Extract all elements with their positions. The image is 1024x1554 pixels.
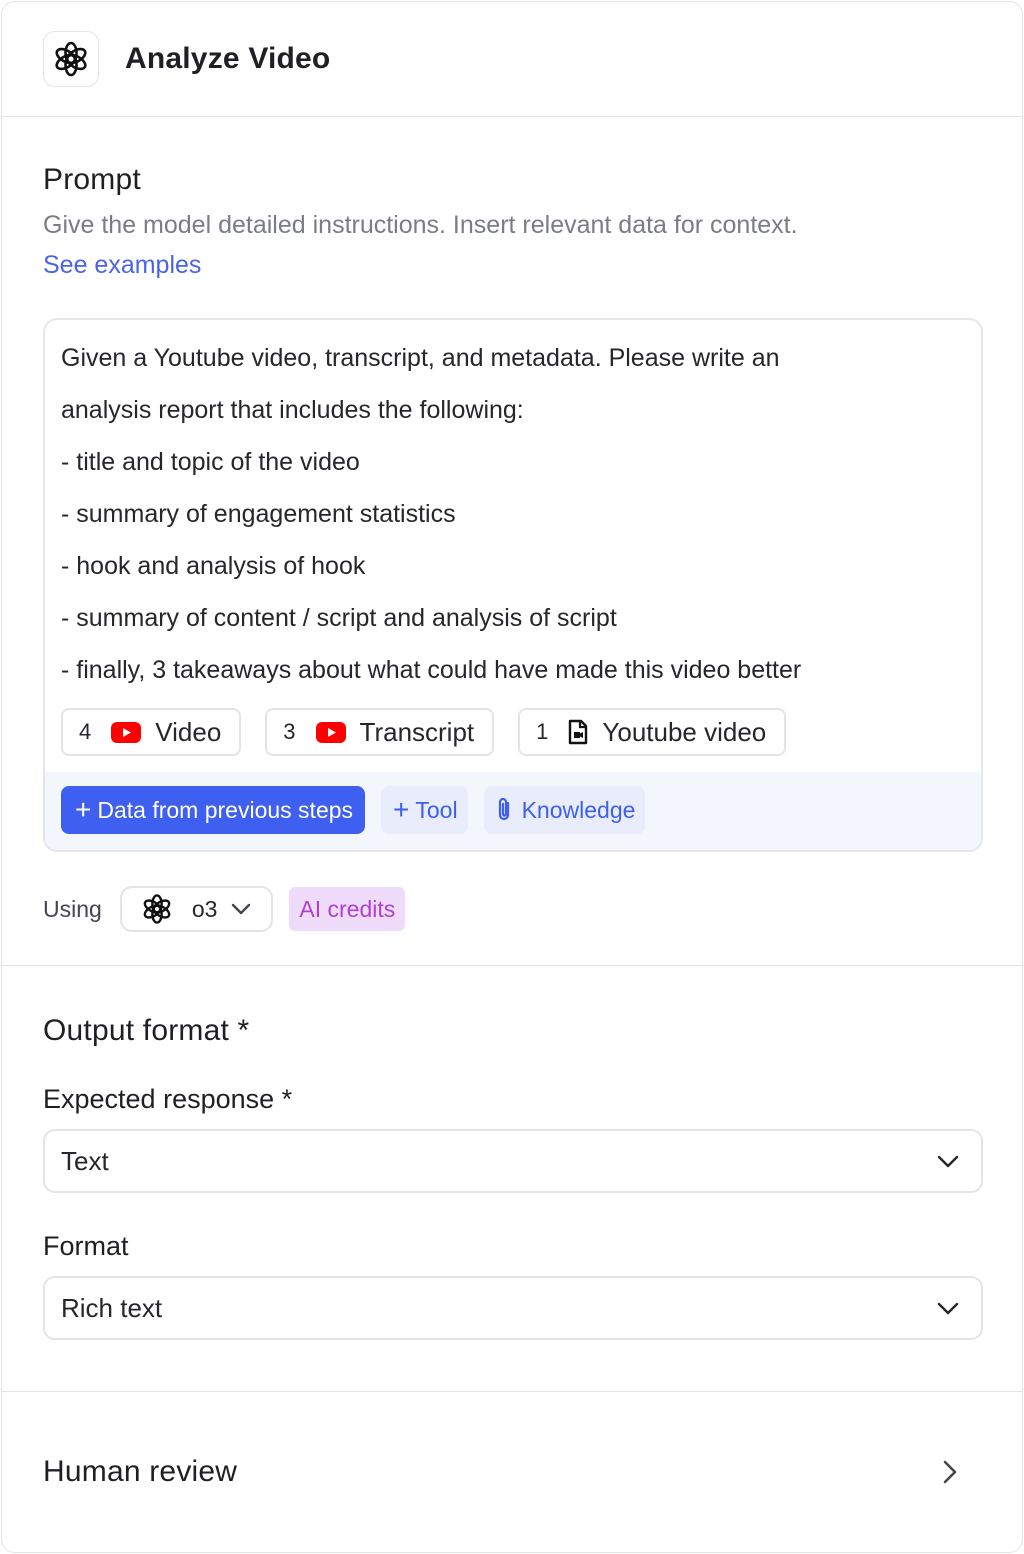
prompt-title: Prompt <box>43 163 141 196</box>
prompt-section: Prompt Give the model detailed instructi… <box>2 117 1022 966</box>
prompt-line: analysis report that includes the follow… <box>61 396 524 424</box>
format-value: Rich text <box>61 1292 163 1323</box>
add-tool-button[interactable]: + Tool <box>381 786 468 834</box>
chevron-right-icon <box>943 1460 957 1484</box>
add-tool-label: Tool <box>415 796 458 823</box>
expected-response-select[interactable]: Text <box>43 1129 983 1193</box>
add-knowledge-button[interactable]: Knowledge <box>483 786 646 834</box>
expected-response-value: Text <box>61 1145 109 1176</box>
add-data-label: Data from previous steps <box>97 796 354 823</box>
plus-icon: + <box>393 794 410 825</box>
human-review-title: Human review <box>43 1455 238 1488</box>
chevron-down-icon <box>232 903 251 915</box>
prompt-line: Given a Youtube video, transcript, and m… <box>61 344 780 372</box>
format-label: Format <box>43 1231 129 1261</box>
chip-step-number: 4 <box>79 719 92 744</box>
paperclip-icon <box>498 797 509 821</box>
chip-label: Transcript <box>359 716 475 747</box>
format-select[interactable]: Rich text <box>43 1276 983 1340</box>
youtube-icon <box>111 721 142 743</box>
analyze-video-panel: Analyze Video Prompt Give the model deta… <box>1 1 1023 1553</box>
data-chip-youtube-video[interactable]: 1 Youtube video <box>518 708 787 756</box>
prompt-description: Give the model detailed instructions. In… <box>43 211 798 239</box>
model-row: Using o3 AI credits <box>43 886 981 932</box>
chevron-down-icon <box>937 1155 959 1167</box>
ai-credits-badge: AI credits <box>289 887 406 931</box>
openai-logo-icon <box>43 31 99 87</box>
model-select[interactable]: o3 <box>119 886 274 932</box>
openai-logo-icon <box>143 894 171 924</box>
panel-header: Analyze Video <box>2 2 1022 117</box>
chip-step-number: 1 <box>536 719 549 744</box>
output-format-section: Output format * Expected response * Text… <box>2 966 1022 1392</box>
editor-toolbar: + Data from previous steps + Tool Knowle… <box>45 772 981 850</box>
document-icon <box>569 719 588 745</box>
prompt-line: - title and topic of the video <box>61 448 360 476</box>
see-examples-link[interactable]: See examples <box>43 247 201 283</box>
chevron-down-icon <box>937 1302 959 1314</box>
data-chips: 4 Video 3 Transcript 1 Youtube video <box>61 708 965 756</box>
chip-step-number: 3 <box>283 719 296 744</box>
output-format-title: Output format * <box>43 1014 250 1047</box>
prompt-line: - summary of engagement statistics <box>61 500 456 528</box>
page-title: Analyze Video <box>125 42 331 75</box>
prompt-line: - summary of content / script and analys… <box>61 604 617 632</box>
prompt-editor[interactable]: Given a Youtube video, transcript, and m… <box>43 318 983 852</box>
add-data-button[interactable]: + Data from previous steps <box>61 786 366 834</box>
add-knowledge-label: Knowledge <box>521 796 636 823</box>
plus-icon: + <box>75 794 92 825</box>
human-review-row[interactable]: Human review <box>2 1392 1022 1552</box>
model-name: o3 <box>191 895 218 922</box>
prompt-line: - hook and analysis of hook <box>61 552 366 580</box>
data-chip-transcript[interactable]: 3 Transcript <box>265 708 495 756</box>
prompt-editor-body[interactable]: Given a Youtube video, transcript, and m… <box>45 320 981 772</box>
prompt-line: - finally, 3 takeaways about what could … <box>61 656 802 684</box>
using-label: Using <box>43 895 102 922</box>
chip-label: Youtube video <box>602 716 767 747</box>
data-chip-video[interactable]: 4 Video <box>61 708 242 756</box>
chip-label: Video <box>155 716 222 747</box>
expected-response-label: Expected response * <box>43 1084 293 1114</box>
youtube-icon <box>315 721 346 743</box>
